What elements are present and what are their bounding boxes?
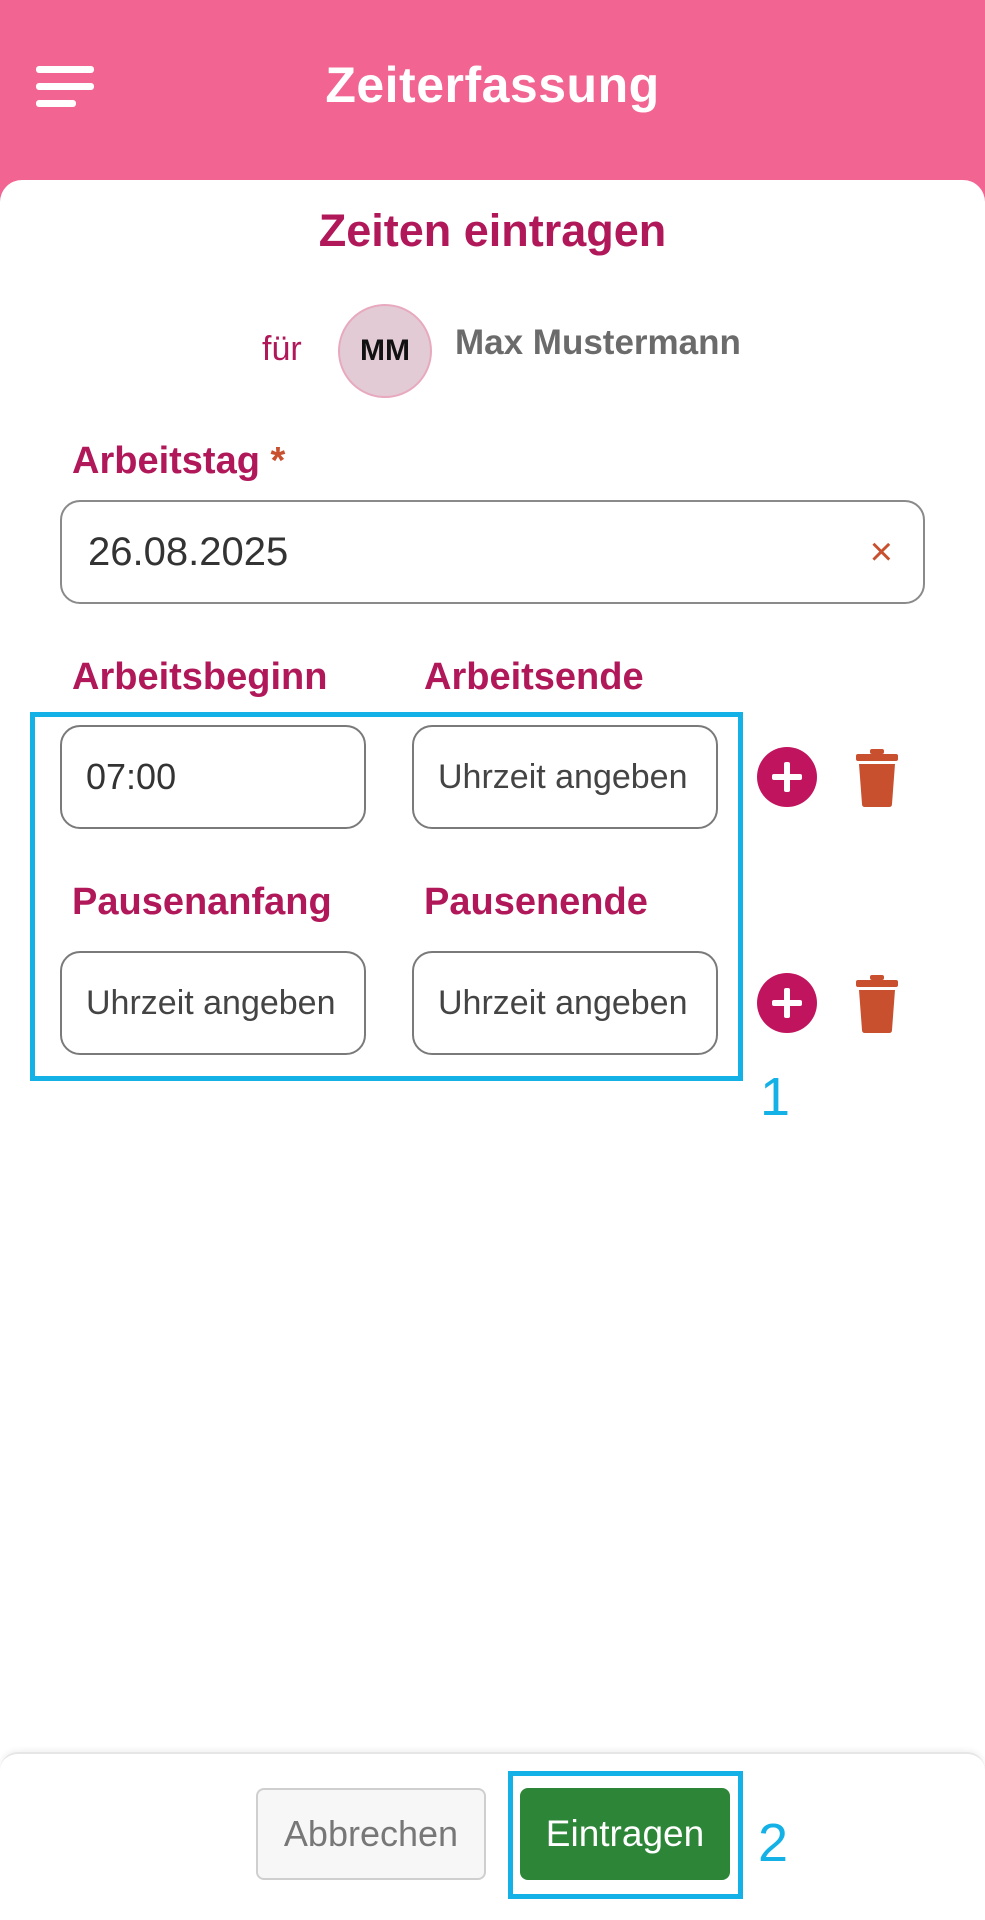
add-break-button[interactable] — [757, 973, 817, 1033]
work-start-label: Arbeitsbeginn — [72, 656, 328, 698]
annotation-marker-2: 2 — [758, 1813, 789, 1873]
plus-icon — [772, 762, 802, 792]
workday-date-value: 26.08.2025 — [88, 530, 289, 574]
trash-icon — [856, 749, 898, 807]
clear-icon[interactable]: × — [870, 532, 893, 572]
annotation-marker-1: 1 — [760, 1067, 791, 1127]
footer-bar — [0, 1752, 985, 1920]
trash-icon — [856, 975, 898, 1033]
highlight-box-2 — [508, 1771, 743, 1899]
workday-date-field[interactable]: 26.08.2025 × — [60, 500, 925, 604]
avatar: MM — [338, 304, 432, 398]
app-title: Zeiterfassung — [325, 57, 660, 113]
plus-icon — [772, 988, 802, 1018]
page-title: Zeiten eintragen — [318, 205, 667, 256]
delete-work-time-button[interactable] — [854, 749, 900, 807]
for-label: für — [262, 330, 302, 368]
cancel-button[interactable]: Abbrechen — [256, 1788, 486, 1880]
delete-break-button[interactable] — [854, 975, 900, 1033]
work-end-label: Arbeitsende — [424, 656, 644, 698]
add-work-time-button[interactable] — [757, 747, 817, 807]
workday-label: Arbeitstag * — [72, 440, 286, 482]
required-mark: * — [270, 440, 286, 482]
highlight-box-1 — [30, 712, 743, 1081]
person-name: Max Mustermann — [455, 323, 741, 362]
